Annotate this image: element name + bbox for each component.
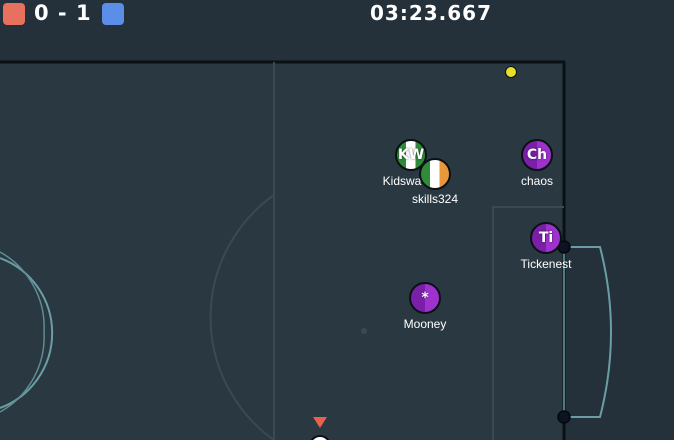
player-avatar: [421, 160, 449, 188]
player-avatar: Ti: [538, 230, 554, 246]
match-timer: 03:23.667: [370, 1, 493, 25]
player-tickenest: Ti: [530, 222, 562, 254]
player-name: skills324: [411, 192, 459, 206]
player-chaos: Ch: [521, 139, 553, 171]
scoreboard: 0 - 1 03:23.667: [0, 0, 674, 30]
red-team-swatch: [3, 3, 25, 25]
player-mooney: *: [409, 282, 441, 314]
player-name: Mooney: [403, 317, 447, 331]
offscreen-player-marker-icon: [313, 417, 327, 428]
pitch-surface: [0, 62, 565, 440]
player-avatar: *: [421, 290, 429, 306]
player-name: chaos: [520, 174, 554, 188]
blue-team-swatch: [102, 3, 124, 25]
center-spot: [361, 328, 367, 334]
goal-post-bottom: [557, 410, 571, 424]
player-name: Tickenest: [520, 257, 572, 271]
player-avatar: Ch: [526, 147, 548, 163]
ball: [505, 66, 517, 78]
score-text: 0 - 1: [34, 1, 92, 25]
player-name: Kidswa: [382, 174, 422, 188]
soccer-field: [0, 0, 674, 440]
player-skills324: [419, 158, 451, 190]
